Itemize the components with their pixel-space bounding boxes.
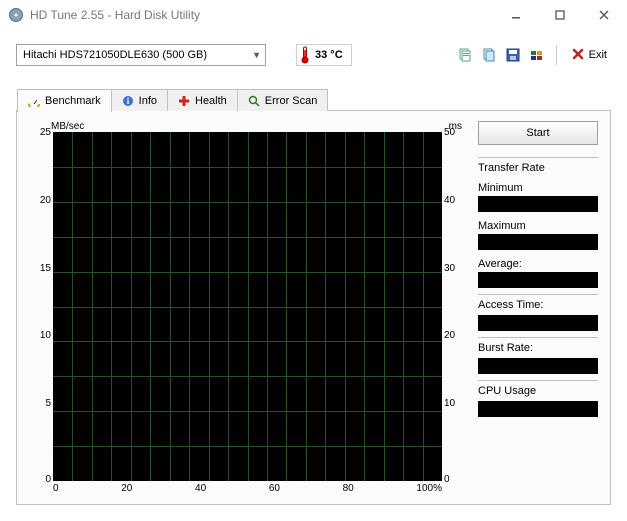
- tab-errorscan[interactable]: Error Scan: [237, 89, 329, 111]
- maximize-button[interactable]: [545, 5, 575, 25]
- options-icon[interactable]: [528, 46, 546, 64]
- app-icon: [8, 7, 24, 23]
- tab-label: Info: [139, 95, 157, 107]
- access-time-value: [478, 315, 598, 331]
- transfer-rate-title: Transfer Rate: [478, 157, 598, 174]
- burst-rate-value: [478, 358, 598, 374]
- copy-screenshot-icon[interactable]: [480, 46, 498, 64]
- y-left-tick: 20: [31, 196, 51, 206]
- y-right-tick: 40: [444, 196, 464, 206]
- benchmark-panel: MB/sec ms 25 20 15 10 5 0: [17, 111, 610, 504]
- y-right-tick: 50: [444, 128, 464, 138]
- start-button[interactable]: Start: [478, 121, 598, 145]
- y-right-tick: 20: [444, 331, 464, 341]
- burst-rate-label: Burst Rate:: [478, 337, 598, 354]
- exit-icon: [571, 47, 585, 64]
- window-controls: [501, 5, 619, 25]
- y-right-tick: 30: [444, 264, 464, 274]
- tab-info[interactable]: i Info: [111, 89, 168, 111]
- cpu-usage-value: [478, 401, 598, 417]
- y-right-axis: 50 40 30 20 10 0: [442, 132, 466, 481]
- x-tick: 60: [269, 483, 280, 494]
- content-area: Hitachi HDS721050DLE630 (500 GB) ▼ 33 °C: [0, 30, 627, 521]
- x-axis: 0 20 40 60 80 100%: [29, 483, 466, 494]
- info-icon: i: [122, 95, 134, 107]
- x-tick: 80: [343, 483, 354, 494]
- thermometer-icon: [299, 46, 311, 64]
- titlebar: HD Tune 2.55 - Hard Disk Utility: [0, 0, 627, 30]
- search-icon: [248, 95, 260, 107]
- y-left-tick: 5: [31, 399, 51, 409]
- results-panel: Start Transfer Rate Minimum Maximum Aver…: [478, 121, 598, 494]
- x-tick: 100%: [416, 483, 442, 494]
- tab-label: Health: [195, 95, 227, 107]
- chart-area: MB/sec ms 25 20 15 10 5 0: [29, 121, 466, 494]
- cpu-usage-label: CPU Usage: [478, 380, 598, 397]
- temperature-value: 33 °C: [315, 49, 343, 61]
- average-value: [478, 272, 598, 288]
- maximum-value: [478, 234, 598, 250]
- save-icon[interactable]: [504, 46, 522, 64]
- tab-strip: Benchmark i Info Health: [17, 89, 327, 111]
- chevron-down-icon: ▼: [252, 50, 261, 60]
- y-right-tick: 10: [444, 399, 464, 409]
- drive-select-value: Hitachi HDS721050DLE630 (500 GB): [23, 49, 207, 61]
- exit-button[interactable]: Exit: [567, 44, 611, 66]
- window-title: HD Tune 2.55 - Hard Disk Utility: [30, 8, 501, 22]
- tab-benchmark[interactable]: Benchmark: [17, 89, 112, 112]
- tab-label: Error Scan: [265, 95, 318, 107]
- copy-info-icon[interactable]: [456, 46, 474, 64]
- toolbar-icons: Exit: [456, 44, 611, 66]
- minimum-label: Minimum: [478, 182, 598, 194]
- y-left-tick: 25: [31, 128, 51, 138]
- y-left-tick: 10: [31, 331, 51, 341]
- maximum-label: Maximum: [478, 220, 598, 232]
- tab-health[interactable]: Health: [167, 89, 238, 111]
- x-tick: 20: [121, 483, 132, 494]
- minimize-button[interactable]: [501, 5, 531, 25]
- y-left-tick: 0: [31, 475, 51, 485]
- access-time-label: Access Time:: [478, 294, 598, 311]
- benchmark-icon: [28, 95, 40, 107]
- average-label: Average:: [478, 258, 598, 270]
- tab-panel: Benchmark i Info Health: [16, 110, 611, 505]
- health-icon: [178, 95, 190, 107]
- y-left-tick: 15: [31, 264, 51, 274]
- x-tick: 40: [195, 483, 206, 494]
- chart-canvas: [53, 132, 442, 481]
- exit-label: Exit: [589, 49, 607, 61]
- y-left-label: MB/sec: [51, 121, 84, 132]
- drive-select[interactable]: Hitachi HDS721050DLE630 (500 GB) ▼: [16, 44, 266, 66]
- x-tick: 0: [53, 483, 59, 494]
- close-button[interactable]: [589, 5, 619, 25]
- temperature-indicator: 33 °C: [296, 44, 352, 66]
- app-window: HD Tune 2.55 - Hard Disk Utility Hitachi…: [0, 0, 627, 521]
- minimum-value: [478, 196, 598, 212]
- tab-label: Benchmark: [45, 95, 101, 107]
- toolbar-separator: [556, 45, 557, 65]
- y-right-tick: 0: [444, 475, 464, 485]
- y-left-axis: 25 20 15 10 5 0: [29, 132, 53, 481]
- top-toolbar: Hitachi HDS721050DLE630 (500 GB) ▼ 33 °C: [16, 40, 611, 70]
